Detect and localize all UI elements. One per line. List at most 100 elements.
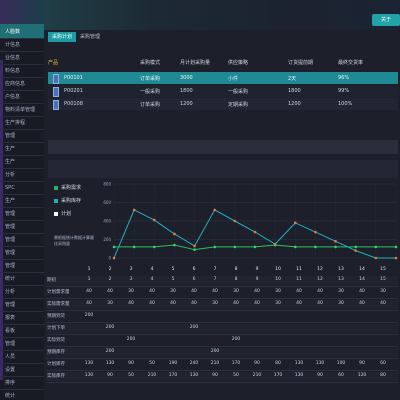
sidebar-item[interactable]: 户信息 bbox=[3, 91, 44, 103]
grid-cell[interactable]: 90 bbox=[101, 373, 119, 378]
grid-cell[interactable]: 210 bbox=[143, 373, 161, 378]
grid-cell[interactable]: 100 bbox=[332, 361, 350, 366]
sidebar-item[interactable]: 计信息 bbox=[3, 39, 44, 51]
product-row[interactable]: P00108 订单采购 1200 定期采购 1200 100% bbox=[48, 98, 398, 110]
grid-cell[interactable]: 3 bbox=[122, 277, 140, 282]
sidebar-item[interactable]: 料信息 bbox=[3, 65, 44, 77]
grid-cell[interactable]: 120 bbox=[353, 373, 371, 378]
grid-cell[interactable]: 11 bbox=[290, 277, 308, 282]
grid-cell[interactable]: 90 bbox=[122, 361, 140, 366]
data-point[interactable] bbox=[173, 243, 176, 247]
grid-cell[interactable]: 200 bbox=[122, 337, 140, 342]
grid-cell[interactable]: 240 bbox=[185, 361, 203, 366]
sidebar-item[interactable]: SPC bbox=[3, 182, 44, 194]
grid-cell[interactable]: 40 bbox=[80, 289, 98, 294]
grid-cell[interactable]: 1 bbox=[80, 277, 98, 282]
grid-cell[interactable]: 40 bbox=[248, 289, 266, 294]
grid-cell[interactable]: 30 bbox=[227, 289, 245, 294]
grid-cell[interactable]: 40 bbox=[353, 301, 371, 306]
data-point[interactable] bbox=[193, 244, 196, 248]
sidebar-item[interactable]: 排序 bbox=[3, 377, 44, 389]
grid-cell[interactable]: 10 bbox=[269, 277, 287, 282]
grid-cell[interactable]: 200 bbox=[206, 349, 224, 354]
grid-cell[interactable]: 30 bbox=[269, 289, 287, 294]
grid-cell[interactable]: 2 bbox=[101, 277, 119, 282]
grid-cell[interactable]: 5 bbox=[164, 277, 182, 282]
grid-cell[interactable]: 130 bbox=[311, 361, 329, 366]
grid-cell[interactable]: 9 bbox=[248, 277, 266, 282]
grid-cell[interactable]: 80 bbox=[269, 361, 287, 366]
tab-purchase-plan[interactable]: 采购计划 bbox=[48, 32, 77, 42]
grid-cell[interactable]: 30 bbox=[206, 301, 224, 306]
sidebar-item[interactable]: 设置 bbox=[3, 364, 44, 376]
grid-cell[interactable]: 90 bbox=[353, 361, 371, 366]
grid-cell[interactable]: 60 bbox=[374, 361, 392, 366]
sidebar-item[interactable]: 管理 bbox=[3, 338, 44, 350]
grid-cell[interactable]: 50 bbox=[122, 373, 140, 378]
grid-cell[interactable]: 13 bbox=[332, 277, 350, 282]
grid-cell[interactable]: 30 bbox=[374, 289, 392, 294]
grid-cell[interactable]: 210 bbox=[206, 361, 224, 366]
sidebar-item[interactable]: 管理 bbox=[3, 260, 44, 272]
sidebar-item[interactable]: 人员 bbox=[3, 351, 44, 363]
data-point[interactable] bbox=[334, 245, 337, 249]
sidebar-item[interactable]: 应商信息 bbox=[3, 78, 44, 90]
grid-cell[interactable]: 40 bbox=[122, 301, 140, 306]
sidebar-item[interactable]: 管理 bbox=[3, 299, 44, 311]
grid-cell[interactable]: 130 bbox=[185, 373, 203, 378]
sidebar-item[interactable]: 分析 bbox=[3, 286, 44, 298]
grid-cell[interactable]: 200 bbox=[101, 349, 119, 354]
grid-cell[interactable]: 40 bbox=[143, 289, 161, 294]
top-right-button[interactable]: 关于 bbox=[372, 14, 400, 26]
sidebar-item[interactable]: 统计 bbox=[3, 273, 44, 285]
grid-cell[interactable]: 30 bbox=[332, 289, 350, 294]
data-point[interactable] bbox=[253, 230, 257, 234]
data-point[interactable] bbox=[173, 232, 176, 236]
grid-cell[interactable]: 7 bbox=[206, 277, 224, 282]
data-point[interactable] bbox=[152, 218, 156, 222]
data-point[interactable] bbox=[112, 256, 116, 260]
data-point[interactable] bbox=[213, 208, 217, 212]
data-point[interactable] bbox=[152, 245, 156, 249]
sidebar-item[interactable]: 管理 bbox=[3, 234, 44, 246]
data-point[interactable] bbox=[112, 245, 116, 249]
grid-cell[interactable]: 130 bbox=[290, 361, 308, 366]
sidebar-item[interactable]: 报表 bbox=[3, 312, 44, 324]
data-point[interactable] bbox=[213, 245, 217, 249]
sidebar-item[interactable]: 生产 bbox=[3, 143, 44, 155]
grid-cell[interactable]: 40 bbox=[164, 301, 182, 306]
grid-cell[interactable]: 90 bbox=[206, 373, 224, 378]
sidebar-item[interactable]: 分析 bbox=[3, 169, 44, 181]
grid-cell[interactable]: 8 bbox=[227, 277, 245, 282]
grid-cell[interactable]: 6 bbox=[185, 277, 203, 282]
data-point[interactable] bbox=[233, 219, 237, 223]
grid-cell[interactable]: 130 bbox=[101, 361, 119, 366]
grid-cell[interactable]: 40 bbox=[206, 289, 224, 294]
sidebar-item[interactable]: 物料清单管理 bbox=[3, 104, 44, 116]
grid-cell[interactable]: 40 bbox=[227, 301, 245, 306]
grid-cell[interactable]: 14 bbox=[353, 277, 371, 282]
sidebar-item[interactable]: 生产 bbox=[3, 195, 44, 207]
grid-cell[interactable]: 190 bbox=[164, 361, 182, 366]
sidebar-item[interactable]: 管理 bbox=[3, 221, 44, 233]
grid-cell[interactable]: 40 bbox=[80, 301, 98, 306]
data-point[interactable] bbox=[253, 245, 257, 249]
grid-cell[interactable]: 40 bbox=[185, 301, 203, 306]
grid-cell[interactable]: 90 bbox=[248, 361, 266, 366]
sidebar-item[interactable]: 生产排程 bbox=[3, 117, 44, 129]
data-point[interactable] bbox=[293, 245, 297, 249]
data-point[interactable] bbox=[334, 240, 337, 243]
data-point[interactable] bbox=[193, 248, 196, 251]
data-point[interactable] bbox=[273, 242, 277, 246]
grid-cell[interactable]: 170 bbox=[164, 373, 182, 378]
sidebar-item[interactable]: 管理 bbox=[3, 208, 44, 220]
grid-cell[interactable]: 130 bbox=[80, 373, 98, 378]
grid-cell[interactable]: 130 bbox=[80, 361, 98, 366]
grid-cell[interactable]: 90 bbox=[311, 373, 329, 378]
sidebar-item[interactable]: 业信息 bbox=[3, 52, 44, 64]
sidebar-item[interactable]: 生产 bbox=[3, 156, 44, 168]
grid-cell[interactable]: 80 bbox=[374, 373, 392, 378]
grid-cell[interactable]: 50 bbox=[143, 361, 161, 366]
data-point[interactable] bbox=[374, 256, 378, 260]
grid-cell[interactable]: 4 bbox=[143, 277, 161, 282]
